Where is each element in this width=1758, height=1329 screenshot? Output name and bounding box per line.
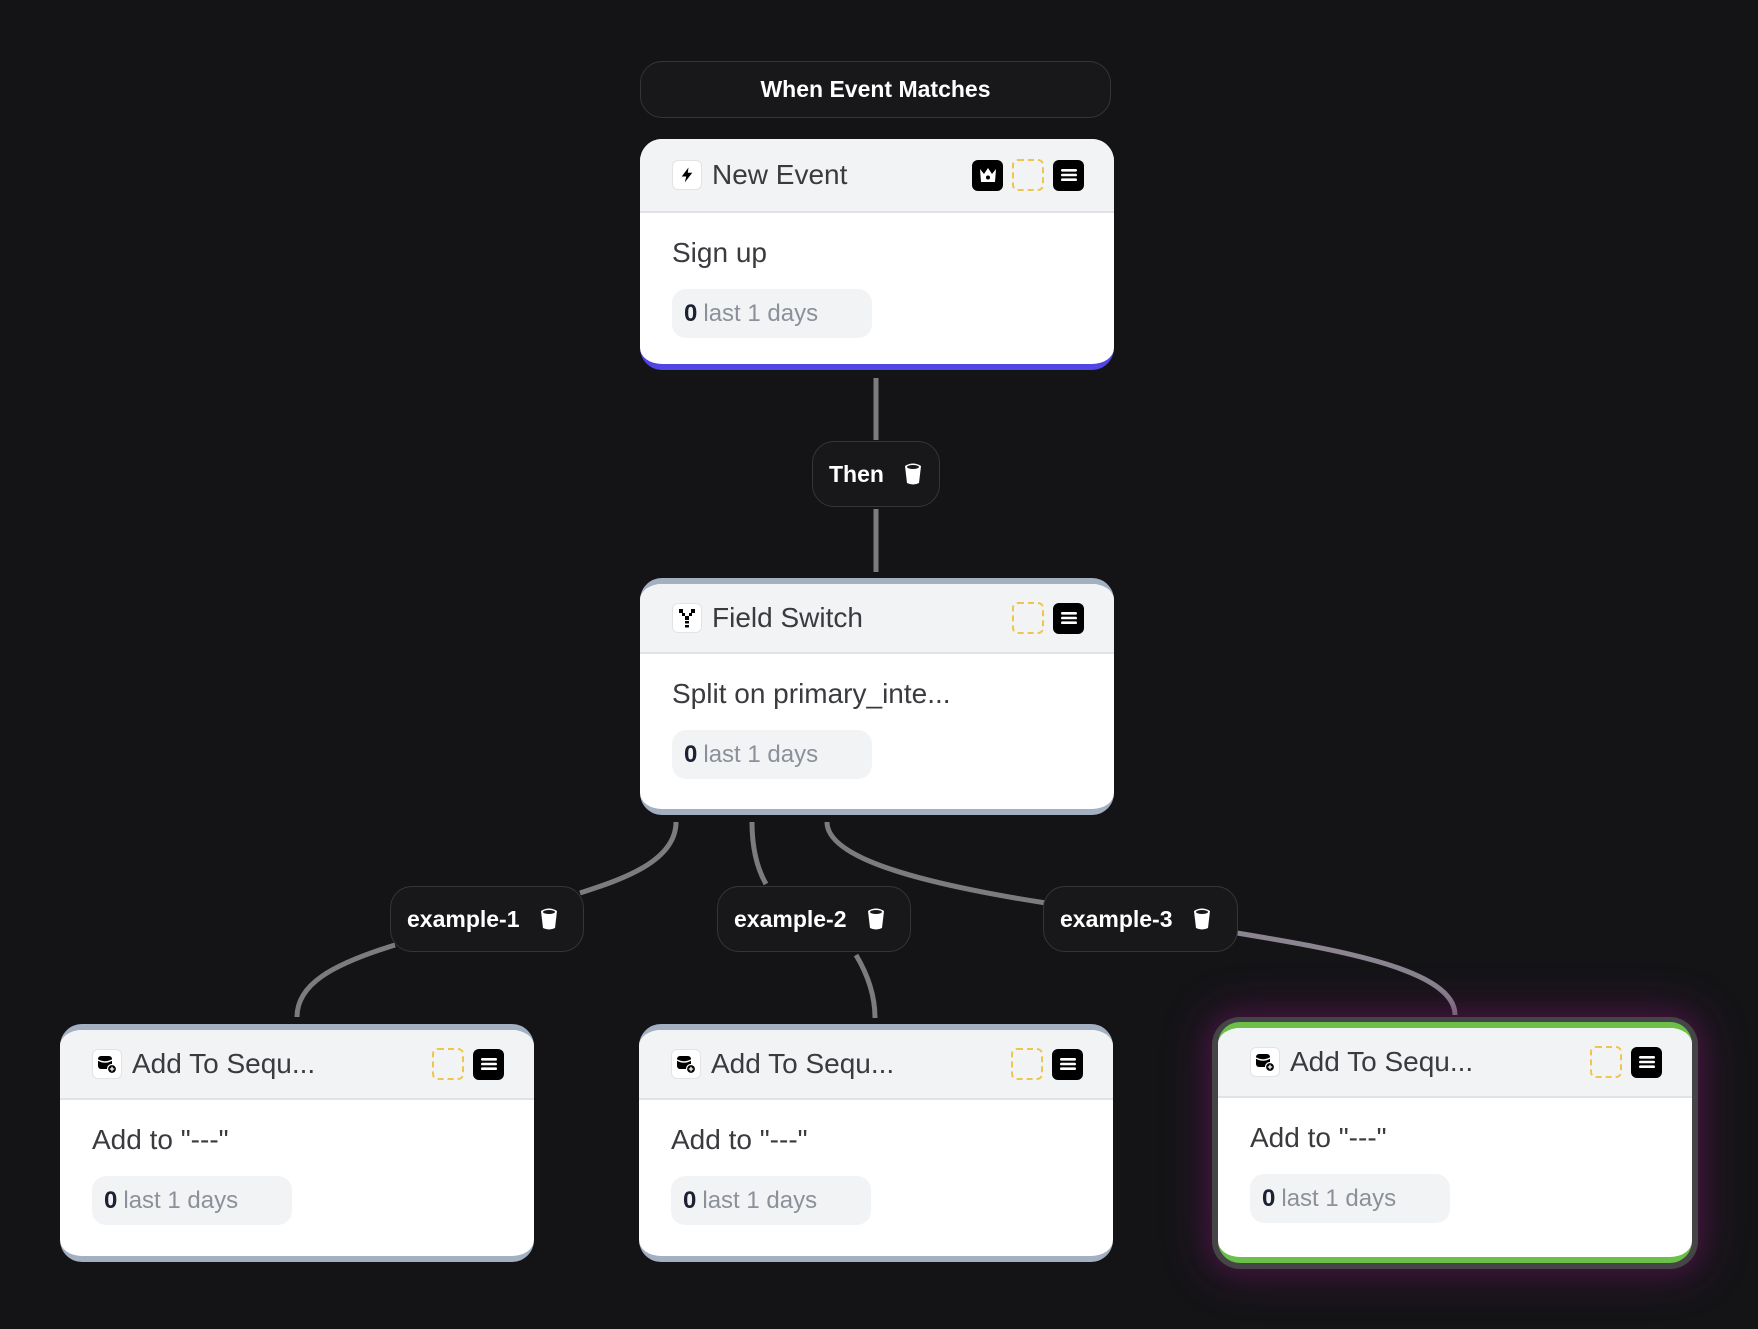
menu-icon[interactable] <box>1053 159 1084 191</box>
node-description: Add to "---" <box>92 1124 229 1155</box>
stat-period: last 1 days <box>1281 1184 1397 1212</box>
trigger-header[interactable]: When Event Matches <box>640 61 1111 118</box>
menu-icon[interactable] <box>1631 1046 1662 1078</box>
node-title: Add To Sequ... <box>711 1048 895 1079</box>
crown-icon[interactable] <box>972 159 1003 191</box>
node-new-event[interactable]: New Event Sign up 0 last 1 days <box>640 139 1114 370</box>
add-to-sequence-icon <box>671 1049 701 1079</box>
menu-icon[interactable] <box>1053 602 1084 634</box>
node-add-to-sequence-1[interactable]: Add To Sequ... Add to "---" 0 last 1 day… <box>60 1024 534 1262</box>
select-placeholder[interactable] <box>1012 159 1044 191</box>
node-stat: 0 last 1 days <box>672 730 872 779</box>
add-to-sequence-icon <box>92 1049 122 1079</box>
stat-period: last 1 days <box>123 1186 239 1214</box>
bucket-icon[interactable] <box>904 462 922 486</box>
stat-count: 0 <box>1262 1184 1276 1212</box>
stat-period: last 1 days <box>702 1186 818 1214</box>
menu-icon[interactable] <box>473 1048 504 1080</box>
node-description: Add to "---" <box>1250 1122 1387 1153</box>
split-icon <box>672 603 702 633</box>
bucket-icon[interactable] <box>867 907 885 931</box>
node-header: New Event <box>640 139 1114 213</box>
node-description: Add to "---" <box>671 1124 808 1155</box>
node-stat: 0 last 1 days <box>672 289 872 338</box>
edge-line-example-1 <box>294 942 396 1018</box>
edge-line-example-3 <box>1236 930 1458 1016</box>
node-title: Field Switch <box>712 602 863 633</box>
stat-count: 0 <box>684 740 698 768</box>
edge-label-text: example-2 <box>734 905 847 932</box>
node-description: Sign up <box>672 237 767 268</box>
edge-label-text: Then <box>829 460 884 487</box>
node-header: Add To Sequ... <box>60 1030 534 1100</box>
node-header: Add To Sequ... <box>1218 1028 1692 1098</box>
node-stat: 0 last 1 days <box>92 1176 292 1225</box>
edge-label-then[interactable]: Then <box>812 441 940 507</box>
node-add-to-sequence-2[interactable]: Add To Sequ... Add to "---" 0 last 1 day… <box>639 1024 1113 1262</box>
stat-period: last 1 days <box>703 740 819 768</box>
edge-label-example-2[interactable]: example-2 <box>717 886 911 952</box>
select-placeholder[interactable] <box>1011 1048 1043 1080</box>
node-header: Add To Sequ... <box>639 1030 1113 1100</box>
node-title: Add To Sequ... <box>132 1048 316 1079</box>
bucket-icon[interactable] <box>1193 907 1211 931</box>
node-stat: 0 last 1 days <box>1250 1174 1450 1223</box>
node-title: Add To Sequ... <box>1290 1046 1474 1077</box>
add-to-sequence-icon <box>1250 1047 1280 1077</box>
node-description: Split on primary_inte... <box>672 678 951 709</box>
select-placeholder[interactable] <box>1590 1046 1622 1078</box>
menu-icon[interactable] <box>1052 1048 1083 1080</box>
edge-label-example-1[interactable]: example-1 <box>390 886 584 952</box>
lightning-icon <box>672 160 702 190</box>
trigger-label: When Event Matches <box>760 76 991 102</box>
edge-line-example-2 <box>749 821 769 886</box>
edge-label-text: example-1 <box>407 905 520 932</box>
stat-period: last 1 days <box>703 299 819 327</box>
stat-count: 0 <box>684 299 698 327</box>
node-stat: 0 last 1 days <box>671 1176 871 1225</box>
node-field-switch[interactable]: Field Switch Split on primary_inte... 0 … <box>640 578 1114 815</box>
select-placeholder[interactable] <box>432 1048 464 1080</box>
stat-count: 0 <box>683 1186 697 1214</box>
edge-line-example-2 <box>853 953 878 1019</box>
node-add-to-sequence-3[interactable]: Add To Sequ... Add to "---" 0 last 1 day… <box>1218 1022 1692 1263</box>
edge-line-example-1 <box>579 821 679 896</box>
node-header: Field Switch <box>640 584 1114 654</box>
edge-label-text: example-3 <box>1060 905 1173 932</box>
node-title: New Event <box>712 159 848 190</box>
edge-label-example-3[interactable]: example-3 <box>1043 886 1238 952</box>
bucket-icon[interactable] <box>540 907 558 931</box>
stat-count: 0 <box>104 1186 118 1214</box>
select-placeholder[interactable] <box>1012 602 1044 634</box>
